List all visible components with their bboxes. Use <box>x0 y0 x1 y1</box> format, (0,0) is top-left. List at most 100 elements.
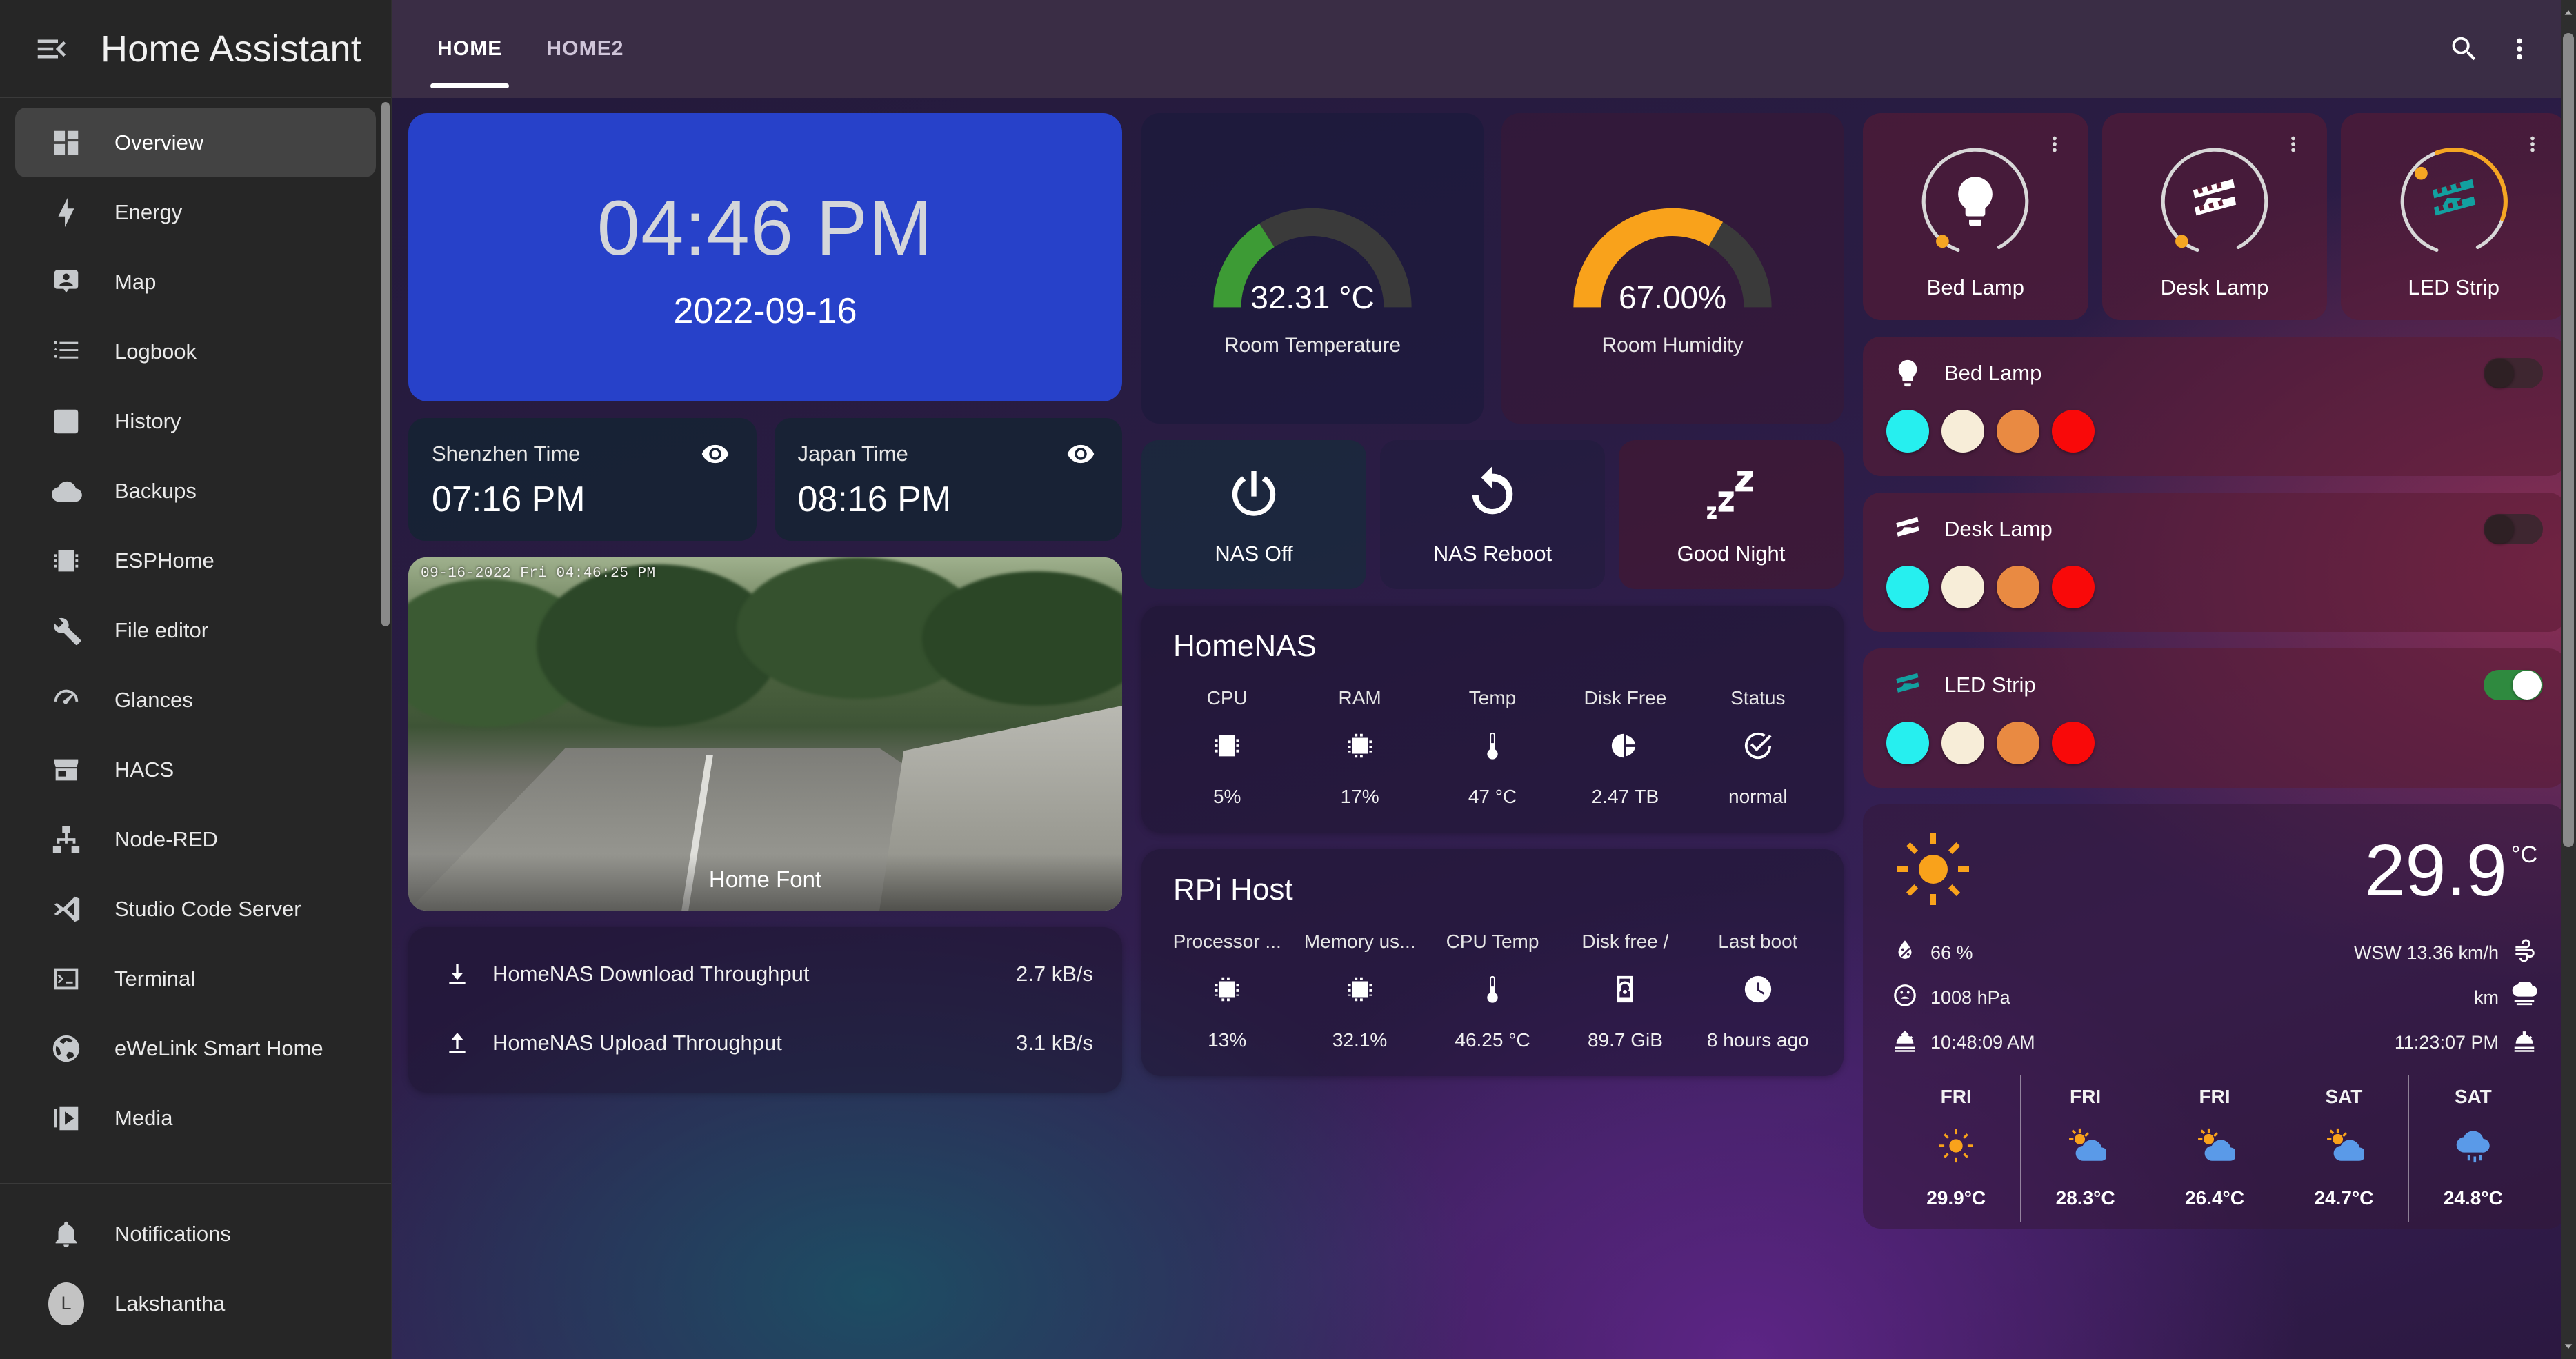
sidebar-item-hacs[interactable]: HACS <box>15 735 376 804</box>
color-swatch-cyan[interactable] <box>1886 410 1929 453</box>
color-swatch-warm-white[interactable] <box>1941 722 1984 764</box>
glance-cell-status[interactable]: Status normal <box>1692 687 1824 808</box>
brightness-ring[interactable] <box>2395 143 2513 260</box>
tab-home2[interactable]: HOME2 <box>524 0 646 98</box>
world-clock-japan[interactable]: Japan Time 08:16 PM <box>774 418 1122 541</box>
sidebar-item-history[interactable]: History <box>15 386 376 456</box>
glance-cell-temp[interactable]: Temp 47 °C <box>1426 687 1559 808</box>
hamburger-collapse-icon[interactable] <box>33 30 70 68</box>
sidebar-item-terminal[interactable]: Terminal <box>15 944 376 1013</box>
dots-vertical-icon[interactable] <box>2517 128 2548 160</box>
sidebar-item-ewelink-smart-home[interactable]: eWeLink Smart Home <box>15 1013 376 1083</box>
world-clock-value: 08:16 PM <box>797 479 952 519</box>
sidebar-item-esphome[interactable]: ESPHome <box>15 526 376 595</box>
forecast-day: SAT <box>2454 1086 2492 1107</box>
sidebar-item-energy[interactable]: Energy <box>15 177 376 247</box>
sidebar-item-media[interactable]: Media <box>15 1083 376 1153</box>
brightness-ring[interactable] <box>1917 143 2034 260</box>
camera-card[interactable]: 09-16-2022 Fri 04:46:25 PM Home Font <box>408 557 1122 911</box>
color-swatch-warm-white[interactable] <box>1941 410 1984 453</box>
color-swatch-red[interactable] <box>2052 410 2095 453</box>
nas-reboot-button[interactable]: NAS Reboot <box>1380 440 1605 589</box>
color-swatch-cyan[interactable] <box>1886 566 1929 608</box>
light-button-led-strip[interactable]: LED Strip <box>2341 113 2567 320</box>
world-clock-header: Shenzhen Time <box>432 436 733 472</box>
color-swatch-red[interactable] <box>2052 722 2095 764</box>
main-scrollbar[interactable] <box>2561 0 2576 1359</box>
light-name: LED Strip <box>1944 673 2036 697</box>
sidebar-item-user-profile[interactable]: L Lakshantha <box>15 1269 376 1338</box>
good-night-button[interactable]: Good Night <box>1619 440 1844 589</box>
world-clock-shenzhen[interactable]: Shenzhen Time 07:16 PM <box>408 418 757 541</box>
sidebar-item-label: Logbook <box>114 339 197 364</box>
card-title: HomeNAS <box>1173 629 1317 663</box>
eye-icon[interactable] <box>1063 436 1099 472</box>
color-swatch-red[interactable] <box>2052 566 2095 608</box>
scrollbar-thumb[interactable] <box>2563 33 2574 847</box>
color-swatch-orange[interactable] <box>1997 566 2039 608</box>
toggle-knob <box>2485 359 2514 388</box>
brightness-ring[interactable] <box>2156 143 2273 260</box>
scroll-down-arrow[interactable] <box>2561 1337 2576 1355</box>
dots-vertical-icon[interactable] <box>2039 128 2070 160</box>
sidebar-item-notifications[interactable]: Notifications <box>15 1199 376 1269</box>
glance-cell-disk-free[interactable]: Disk Free 2.47 TB <box>1559 687 1691 808</box>
sidebar-item-overview[interactable]: Overview <box>15 108 376 177</box>
tab-home[interactable]: HOME <box>415 0 524 98</box>
light-toggle[interactable] <box>2484 514 2543 544</box>
top-toolbar: HOME HOME2 <box>392 0 2576 98</box>
app-title: Home Assistant <box>101 28 361 70</box>
lightbulb-icon[interactable] <box>1886 357 1929 389</box>
light-card-header: LED Strip <box>1886 669 2543 701</box>
glance-value: 13% <box>1208 1029 1247 1051</box>
search-icon[interactable] <box>2437 21 2492 77</box>
led-strip-icon[interactable] <box>1886 513 1929 545</box>
eye-icon[interactable] <box>697 436 733 472</box>
glance-cell-last-boot[interactable]: Last boot 8 hours ago <box>1692 931 1824 1051</box>
gauge-card-room-humidity[interactable]: 67.00% Room Humidity <box>1501 113 1844 424</box>
color-swatch-orange[interactable] <box>1997 722 2039 764</box>
glance-cell-ram[interactable]: RAM 17% <box>1293 687 1426 808</box>
gauge-low-icon <box>1892 982 1918 1013</box>
glance-cell-cpu[interactable]: CPU 5% <box>1161 687 1293 808</box>
light-card-led-strip: LED Strip <box>1863 648 2566 788</box>
dots-vertical-icon[interactable] <box>2277 128 2309 160</box>
sidebar-item-glances[interactable]: Glances <box>15 665 376 735</box>
sidebar-item-label: Terminal <box>114 966 196 991</box>
throughput-row-download[interactable]: HomeNAS Download Throughput 2.7 kB/s <box>408 940 1122 1009</box>
dots-vertical-icon[interactable] <box>2492 21 2547 77</box>
led-strip-variant-icon[interactable] <box>1886 669 1929 701</box>
weather-sunset-up-icon <box>1892 1027 1918 1058</box>
sidebar-item-studio-code-server[interactable]: Studio Code Server <box>15 874 376 944</box>
sidebar-footer: Notifications L Lakshantha <box>0 1183 391 1359</box>
glance-cell-disk-free-root[interactable]: Disk free / 89.7 GiB <box>1559 931 1691 1051</box>
sidebar-item-file-editor[interactable]: File editor <box>15 595 376 665</box>
throughput-row-upload[interactable]: HomeNAS Upload Throughput 3.1 kB/s <box>408 1009 1122 1078</box>
glance-header: Temp <box>1468 687 1517 708</box>
sunny-icon <box>1892 828 1975 914</box>
nas-off-button[interactable]: NAS Off <box>1141 440 1366 589</box>
rpihost-glance-card: RPi Host Processor ... 13% Memory us... … <box>1141 849 1844 1076</box>
sidebar-scrollbar[interactable] <box>381 102 390 626</box>
glance-header: Disk Free <box>1584 687 1667 708</box>
lightbulb-icon <box>1917 143 2034 260</box>
light-toggle[interactable] <box>2484 670 2543 700</box>
light-button-desk-lamp[interactable]: Desk Lamp <box>2101 113 2328 320</box>
light-button-bed-lamp[interactable]: Bed Lamp <box>1863 113 2088 320</box>
glance-cell-cpu-temp[interactable]: CPU Temp 46.25 °C <box>1426 931 1559 1051</box>
color-swatch-warm-white[interactable] <box>1941 566 1984 608</box>
glance-cell-processor-use[interactable]: Processor ... 13% <box>1161 931 1293 1051</box>
sidebar-item-map[interactable]: Map <box>15 247 376 317</box>
sidebar-item-backups[interactable]: Backups <box>15 456 376 526</box>
weather-forecast-row: FRI 29.9°C FRI 28.3°C FRI 26.4°C SAT 24.… <box>1892 1075 2537 1222</box>
color-swatch-orange[interactable] <box>1997 410 2039 453</box>
scroll-up-arrow[interactable] <box>2561 4 2576 22</box>
glance-value: 5% <box>1212 786 1241 807</box>
sidebar-item-node-red[interactable]: Node-RED <box>15 804 376 874</box>
gauge-label: Room Humidity <box>1601 334 1744 357</box>
color-swatch-cyan[interactable] <box>1886 722 1929 764</box>
gauge-card-room-temperature[interactable]: 32.31 °C Room Temperature <box>1141 113 1484 424</box>
sidebar-item-logbook[interactable]: Logbook <box>15 317 376 386</box>
light-toggle[interactable] <box>2484 358 2543 388</box>
glance-cell-memory-use[interactable]: Memory us... 32.1% <box>1293 931 1426 1051</box>
